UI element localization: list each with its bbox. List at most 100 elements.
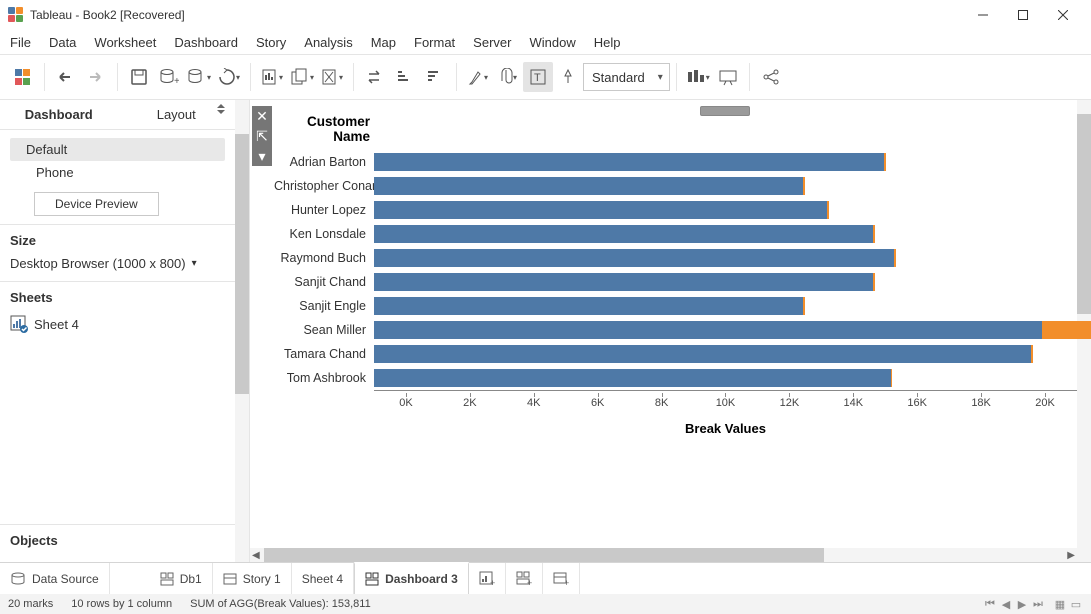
- tab-db1[interactable]: Db1: [150, 563, 213, 594]
- nav-prev-icon[interactable]: ◀: [999, 598, 1013, 611]
- menu-worksheet[interactable]: Worksheet: [94, 35, 156, 50]
- bar-segment-blue[interactable]: [374, 345, 1031, 363]
- fit-dropdown-label: Standard: [592, 70, 645, 85]
- bar-segment-blue[interactable]: [374, 177, 803, 195]
- bar-segment-blue[interactable]: [374, 201, 827, 219]
- pause-updates-button[interactable]: ▾: [184, 62, 214, 92]
- sort-asc-button[interactable]: [390, 62, 420, 92]
- fit-dropdown[interactable]: Standard: [583, 63, 670, 91]
- menu-format[interactable]: Format: [414, 35, 455, 50]
- menu-story[interactable]: Story: [256, 35, 286, 50]
- bar-segment-orange[interactable]: [873, 273, 875, 291]
- bar-row[interactable]: Tamara Chand: [274, 342, 1077, 366]
- close-button[interactable]: [1043, 0, 1083, 30]
- save-button[interactable]: [124, 62, 154, 92]
- new-worksheet-tab-button[interactable]: +: [469, 563, 506, 594]
- bar-segment-blue[interactable]: [374, 249, 894, 267]
- bar-segment-blue[interactable]: [374, 273, 873, 291]
- menu-map[interactable]: Map: [371, 35, 396, 50]
- show-tabs-icon[interactable]: ▭: [1069, 598, 1083, 611]
- canvas-vscroll-thumb[interactable]: [1077, 114, 1091, 314]
- bar-segment-orange[interactable]: [1042, 321, 1091, 339]
- swap-button[interactable]: [360, 62, 390, 92]
- tab-sheet4[interactable]: Sheet 4: [292, 563, 354, 594]
- minimize-button[interactable]: [963, 0, 1003, 30]
- bar-row[interactable]: Adrian Barton: [274, 150, 1077, 174]
- bar-row[interactable]: Tom Ashbrook: [274, 366, 1077, 390]
- bar-segment-blue[interactable]: [374, 225, 873, 243]
- bar-segment-orange[interactable]: [884, 153, 886, 171]
- tab-label: Sheet 4: [302, 572, 343, 586]
- menu-data[interactable]: Data: [49, 35, 76, 50]
- bar-row[interactable]: Raymond Buch: [274, 246, 1077, 270]
- redo-button[interactable]: [81, 62, 111, 92]
- presentation-button[interactable]: [713, 62, 743, 92]
- new-story-icon: +: [553, 571, 569, 587]
- zone-goto-icon[interactable]: ⇱: [252, 126, 272, 146]
- bar-segment-orange[interactable]: [803, 297, 805, 315]
- new-story-tab-button[interactable]: +: [543, 563, 580, 594]
- device-preview-button[interactable]: Device Preview: [34, 192, 159, 216]
- bar-segment-orange[interactable]: [873, 225, 875, 243]
- refresh-button[interactable]: ▾: [214, 62, 244, 92]
- show-filmstrip-icon[interactable]: ▦: [1053, 598, 1067, 611]
- toolbar: + ▾ ▾ ▾ ▾ ▾ ▾ ▾ T Standard ▾: [0, 54, 1091, 100]
- zone-more-icon[interactable]: ▾: [252, 146, 272, 166]
- device-default[interactable]: Default: [10, 138, 225, 161]
- nav-next-icon[interactable]: ▶: [1015, 598, 1029, 611]
- share-button[interactable]: [756, 62, 786, 92]
- menu-file[interactable]: File: [10, 35, 31, 50]
- nav-first-icon[interactable]: ⏮: [983, 598, 997, 611]
- bar-segment-orange[interactable]: [803, 177, 805, 195]
- bar-row[interactable]: Sanjit Engle: [274, 294, 1077, 318]
- canvas-hscroll-thumb[interactable]: [264, 548, 824, 562]
- attach-button[interactable]: ▾: [493, 62, 523, 92]
- menu-dashboard[interactable]: Dashboard: [174, 35, 238, 50]
- bar-segment-blue[interactable]: [374, 321, 1042, 339]
- new-worksheet-button[interactable]: ▾: [257, 62, 287, 92]
- show-me-button[interactable]: ▾: [683, 62, 713, 92]
- bar-segment-blue[interactable]: [374, 153, 884, 171]
- new-dashboard-tab-button[interactable]: +: [506, 563, 543, 594]
- bar-row[interactable]: Ken Lonsdale: [274, 222, 1077, 246]
- undo-button[interactable]: [51, 62, 81, 92]
- bar-segment-blue[interactable]: [374, 297, 803, 315]
- highlight-button[interactable]: ▾: [463, 62, 493, 92]
- tab-dashboard[interactable]: Dashboard: [0, 100, 118, 129]
- pin-button[interactable]: [553, 62, 583, 92]
- left-scrollbar-thumb[interactable]: [235, 134, 249, 394]
- bar-segment-orange[interactable]: [891, 369, 893, 387]
- nav-last-icon[interactable]: ⏭: [1031, 598, 1045, 611]
- maximize-button[interactable]: [1003, 0, 1043, 30]
- size-dropdown[interactable]: Desktop Browser (1000 x 800): [10, 254, 225, 273]
- clear-button[interactable]: ▾: [317, 62, 347, 92]
- bar-row[interactable]: Hunter Lopez: [274, 198, 1077, 222]
- sort-desc-button[interactable]: [420, 62, 450, 92]
- dashboard-canvas[interactable]: ✕ ⇱ ▾ Customer Name Adrian Barton Christ…: [250, 100, 1091, 562]
- zone-remove-icon[interactable]: ✕: [252, 106, 272, 126]
- tab-datasource[interactable]: Data Source: [0, 563, 110, 594]
- duplicate-button[interactable]: ▾: [287, 62, 317, 92]
- tab-dashboard3[interactable]: Dashboard 3: [354, 562, 469, 594]
- bar-segment-orange[interactable]: [1031, 345, 1033, 363]
- menu-analysis[interactable]: Analysis: [304, 35, 352, 50]
- show-labels-button[interactable]: T: [523, 62, 553, 92]
- menu-window[interactable]: Window: [529, 35, 575, 50]
- bar-row[interactable]: Sean Miller: [274, 318, 1077, 342]
- tab-layout[interactable]: Layout: [118, 100, 236, 129]
- zone-controls: ✕ ⇱ ▾: [252, 106, 272, 166]
- menu-help[interactable]: Help: [594, 35, 621, 50]
- tableau-icon[interactable]: [8, 62, 38, 92]
- bar-segment-blue[interactable]: [374, 369, 891, 387]
- bar-segment-orange[interactable]: [827, 201, 828, 219]
- tableau-logo-icon: [8, 7, 24, 23]
- bar-row[interactable]: Christopher Conant: [274, 174, 1077, 198]
- device-phone[interactable]: Phone: [10, 161, 225, 184]
- menu-server[interactable]: Server: [473, 35, 511, 50]
- bar-row[interactable]: Sanjit Chand: [274, 270, 1077, 294]
- tab-story1[interactable]: Story 1: [213, 563, 292, 594]
- bar-segment-orange[interactable]: [894, 249, 896, 267]
- new-dashboard-icon: +: [516, 571, 532, 587]
- sheet-item-sheet4[interactable]: Sheet 4: [10, 311, 225, 337]
- new-datasource-button[interactable]: +: [154, 62, 184, 92]
